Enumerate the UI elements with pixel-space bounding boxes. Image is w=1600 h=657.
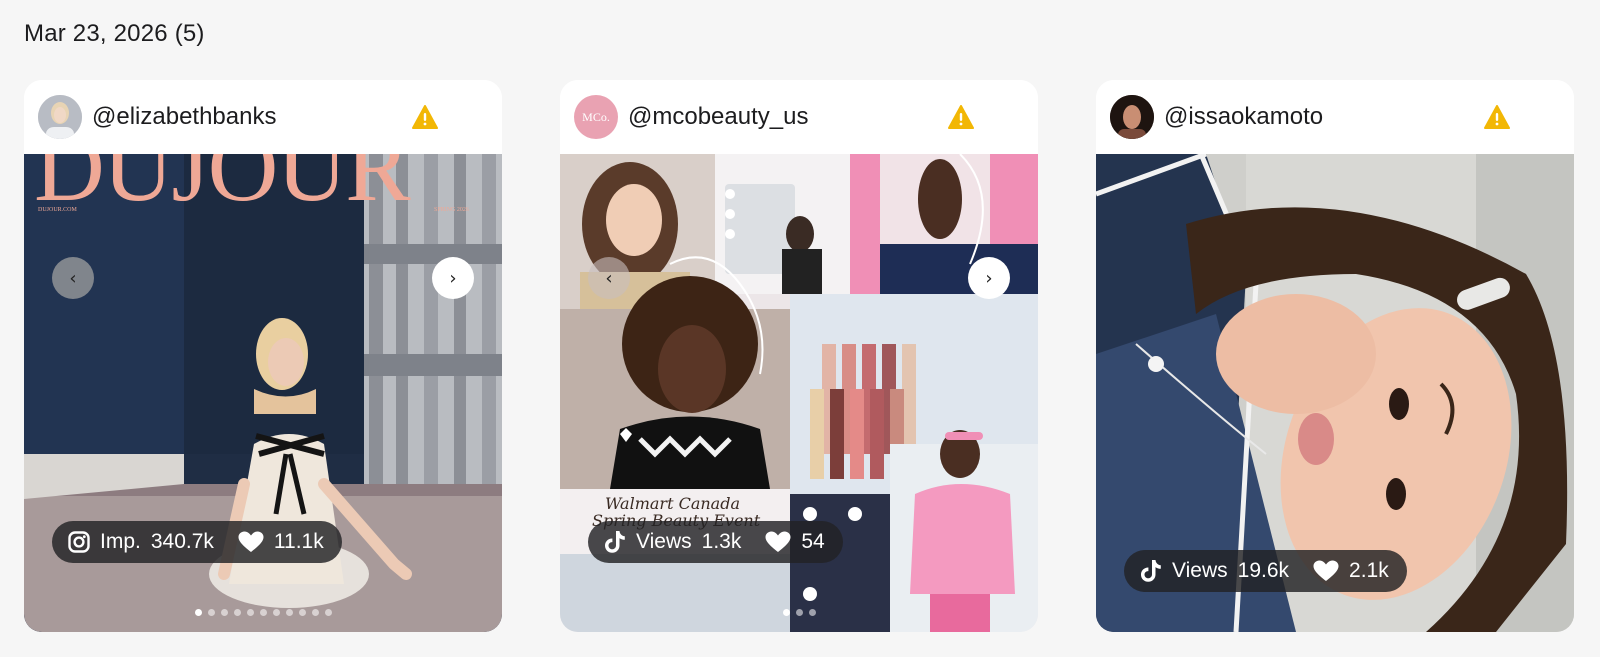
avatar-text: MCo. bbox=[582, 109, 610, 124]
post-media[interactable]: Walmart Canada Spring Beauty Event ‹ › V… bbox=[560, 154, 1038, 632]
carousel-dot[interactable] bbox=[259, 609, 267, 616]
carousel-prev-button[interactable]: ‹ bbox=[588, 257, 630, 299]
carousel-dot[interactable] bbox=[246, 609, 254, 616]
card-header: MCo. @mcobeauty_us bbox=[560, 80, 1038, 154]
magazine-site: DUJOUR.COM bbox=[38, 207, 78, 213]
carousel-dot[interactable] bbox=[311, 609, 319, 616]
carousel-dot[interactable] bbox=[795, 609, 803, 616]
carousel-next-button[interactable]: › bbox=[432, 257, 474, 299]
likes-value: 2.1k bbox=[1349, 559, 1389, 582]
avatar[interactable] bbox=[38, 95, 82, 139]
heart-icon bbox=[1313, 560, 1339, 581]
metric-label: Views bbox=[636, 530, 692, 553]
tiktok-icon bbox=[605, 531, 625, 553]
carousel-dot[interactable] bbox=[298, 609, 306, 616]
tiktok-icon bbox=[1141, 560, 1161, 582]
card-header: @issaokamoto bbox=[1096, 80, 1574, 154]
warning-icon[interactable] bbox=[1484, 105, 1510, 129]
creator-handle[interactable]: @issaokamoto bbox=[1164, 103, 1323, 131]
likes-value: 11.1k bbox=[273, 530, 324, 553]
metric-value: 340.7k bbox=[150, 530, 214, 553]
magazine-issue: SPRING 2026 bbox=[434, 207, 469, 213]
post-card-issaokamoto[interactable]: @issaokamoto Views 19.6k 2.1k bbox=[1096, 80, 1574, 632]
creator-handle[interactable]: @elizabethbanks bbox=[92, 103, 276, 131]
post-media[interactable]: DUJOUR DUJOUR.COM SPRING 2026 ‹ › Imp. 3… bbox=[24, 154, 502, 632]
carousel-dot[interactable] bbox=[808, 609, 816, 616]
card-header: @elizabethbanks bbox=[24, 80, 502, 154]
warning-icon[interactable] bbox=[412, 105, 438, 129]
creator-handle[interactable]: @mcobeauty_us bbox=[628, 103, 808, 131]
stats-pill: Views 1.3k 54 bbox=[588, 521, 843, 563]
post-card-elizabethbanks[interactable]: @elizabethbanks DUJOUR DUJOUR.COM SPRING… bbox=[24, 80, 502, 632]
instagram-icon bbox=[68, 531, 90, 553]
metric-value: 1.3k bbox=[701, 530, 742, 553]
metric-label: Imp. bbox=[100, 530, 141, 553]
carousel-dot[interactable] bbox=[285, 609, 293, 616]
carousel-dot[interactable] bbox=[233, 609, 241, 616]
metric-label: Views bbox=[1172, 559, 1228, 582]
carousel-dot[interactable] bbox=[272, 609, 280, 616]
carousel-dot[interactable] bbox=[782, 609, 790, 616]
carousel-next-button[interactable]: › bbox=[968, 257, 1010, 299]
carousel-prev-button[interactable]: ‹ bbox=[52, 257, 94, 299]
metric-value: 19.6k bbox=[1237, 559, 1290, 582]
stats-pill: Imp. 340.7k 11.1k bbox=[52, 521, 342, 563]
carousel-dots bbox=[560, 609, 1038, 616]
magazine-title: DUJOUR bbox=[34, 154, 411, 222]
heart-icon bbox=[238, 531, 264, 552]
post-media[interactable]: Views 19.6k 2.1k bbox=[1096, 154, 1574, 632]
carousel-dot[interactable] bbox=[207, 609, 215, 616]
likes-value: 54 bbox=[801, 530, 825, 553]
avatar[interactable] bbox=[1110, 95, 1154, 139]
carousel-dot[interactable] bbox=[324, 609, 332, 616]
avatar[interactable]: MCo. bbox=[574, 95, 618, 139]
carousel-dot[interactable] bbox=[220, 609, 228, 616]
stats-pill: Views 19.6k 2.1k bbox=[1124, 550, 1407, 592]
post-card-mcobeauty[interactable]: MCo. @mcobeauty_us Walmart Canada ‹ › Vi… bbox=[560, 80, 1038, 632]
date-heading: Mar 23, 2026 (5) bbox=[24, 20, 205, 47]
heart-icon bbox=[765, 531, 791, 552]
warning-icon[interactable] bbox=[948, 105, 974, 129]
carousel-dots bbox=[24, 609, 502, 616]
carousel-dot[interactable] bbox=[194, 609, 202, 616]
